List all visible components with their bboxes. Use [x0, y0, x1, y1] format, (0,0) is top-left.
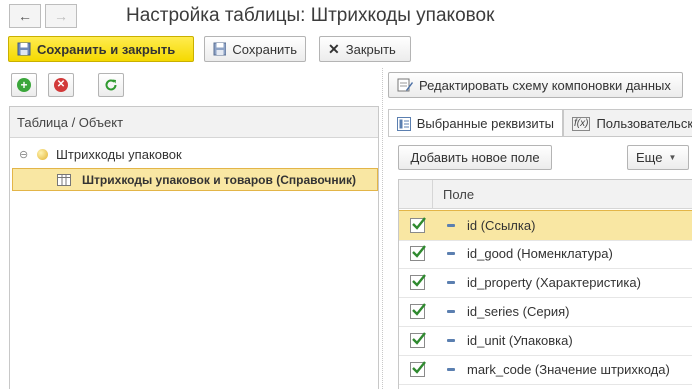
field-checkbox[interactable] — [410, 332, 426, 348]
tab-label: Выбранные реквизиты — [416, 116, 554, 131]
plus-icon: + — [17, 78, 31, 92]
tree-item-label: Штрихкоды упаковок и товаров (Справочник… — [82, 172, 356, 187]
add-button[interactable]: + — [11, 73, 37, 97]
close-label: Закрыть — [345, 41, 396, 57]
fields-grid: Поле id (Ссылка) id_good (Номенклатура) … — [398, 179, 692, 389]
field-row[interactable]: id_good (Номенклатура) — [399, 239, 692, 269]
grid-header: Поле — [399, 180, 692, 209]
field-checkbox[interactable] — [410, 245, 426, 261]
function-icon: f(x) — [572, 116, 591, 131]
attribute-icon — [447, 368, 455, 371]
field-row[interactable]: id_unit (Упаковка) — [399, 326, 692, 356]
save-icon — [213, 42, 227, 56]
tree-item-selected[interactable]: Штрихкоды упаковок и товаров (Справочник… — [12, 168, 378, 191]
attribute-icon — [447, 310, 455, 313]
close-button[interactable]: ✕ Закрыть — [319, 36, 411, 62]
tab-selected-fields[interactable]: Выбранные реквизиты — [388, 109, 563, 137]
field-label: id_unit (Упаковка) — [467, 333, 573, 348]
delete-button[interactable]: ✕ — [48, 73, 74, 97]
refresh-icon — [105, 79, 117, 91]
collapse-icon: ⊖ — [19, 148, 29, 161]
table-object-panel: Таблица / Объект ⊖ Штрихкоды упаковок Шт… — [9, 106, 379, 389]
splitter[interactable] — [382, 68, 384, 389]
column-header: Таблица / Объект — [10, 107, 378, 138]
checkmark-icon — [412, 361, 426, 374]
arrow-right-icon: → — [54, 8, 68, 24]
close-icon: ✕ — [328, 40, 340, 57]
group-icon — [37, 148, 48, 160]
field-label: id (Ссылка) — [467, 218, 536, 233]
fields-icon — [397, 116, 411, 131]
tree-item[interactable]: ⊖ Штрихкоды упаковок — [19, 145, 182, 163]
attribute-icon — [447, 224, 455, 227]
edit-schema-label: Редактировать схему компоновки данных — [419, 77, 671, 93]
edit-schema-button[interactable]: Редактировать схему компоновки данных — [388, 72, 683, 98]
field-row[interactable]: id_series (Серия) — [399, 297, 692, 327]
attribute-icon — [447, 339, 455, 342]
checkmark-icon — [412, 217, 426, 230]
more-label: Еще — [636, 150, 663, 165]
delete-icon: ✕ — [54, 78, 68, 92]
field-label: id_property (Характеристика) — [467, 275, 641, 290]
save-button[interactable]: Сохранить — [204, 36, 306, 62]
tree-item-label: Штрихкоды упаковок — [56, 146, 182, 162]
save-label: Сохранить — [232, 41, 297, 57]
attribute-icon — [447, 281, 455, 284]
field-label: id_good (Номенклатура) — [467, 246, 613, 261]
caret-down-icon: ▼ — [668, 153, 677, 162]
field-row[interactable]: mark_code (Значение штрихкода) — [399, 355, 692, 385]
table-icon — [57, 173, 71, 186]
tab-user-fields[interactable]: f(x) Пользовательск — [563, 109, 692, 137]
field-checkbox[interactable] — [410, 274, 426, 290]
save-and-close-label: Сохранить и закрыть — [37, 41, 176, 57]
tab-label: Пользовательск — [596, 116, 692, 131]
window-title: Настройка таблицы: Штрихкоды упаковок — [126, 5, 495, 26]
tab-divider — [388, 136, 692, 137]
checkmark-icon — [412, 245, 426, 258]
arrow-left-icon: ← — [18, 8, 32, 24]
add-new-field-label: Добавить новое поле — [410, 150, 540, 165]
field-label: mark_code (Значение штрихкода) — [467, 362, 670, 377]
field-label: id_series (Серия) — [467, 304, 570, 319]
checkmark-icon — [412, 274, 426, 287]
field-row[interactable]: id (Ссылка) — [399, 210, 692, 241]
field-checkbox[interactable] — [410, 303, 426, 319]
save-and-close-button[interactable]: Сохранить и закрыть — [8, 36, 194, 62]
more-button[interactable]: Еще ▼ — [627, 145, 689, 170]
field-checkbox[interactable] — [410, 217, 426, 233]
forward-button[interactable]: → — [45, 4, 77, 28]
grid-header-label: Поле — [443, 186, 475, 202]
field-checkbox[interactable] — [410, 361, 426, 377]
field-row[interactable]: id_property (Характеристика) — [399, 268, 692, 298]
refresh-button[interactable] — [98, 73, 124, 97]
checkmark-icon — [412, 332, 426, 345]
checkmark-icon — [412, 303, 426, 316]
save-icon — [17, 42, 31, 56]
attribute-icon — [447, 252, 455, 255]
back-button[interactable]: ← — [9, 4, 41, 28]
edit-schema-icon — [397, 78, 413, 92]
add-new-field-button[interactable]: Добавить новое поле — [398, 145, 552, 170]
